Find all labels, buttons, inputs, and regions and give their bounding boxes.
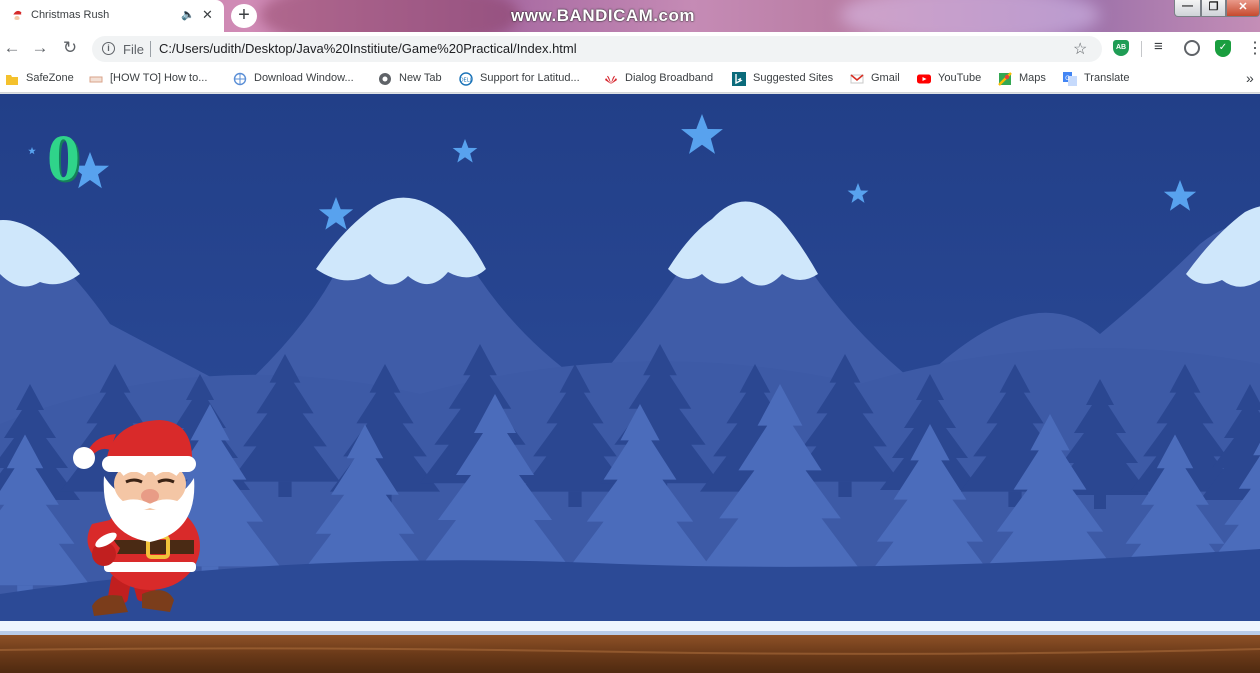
reload-button[interactable]: ↻ (59, 38, 81, 60)
site-info-icon[interactable]: i (102, 42, 115, 55)
security-shield-icon[interactable]: ✓ (1215, 40, 1231, 57)
window-close-button[interactable]: ✕ (1226, 0, 1260, 17)
site-favicon (89, 76, 103, 83)
profile-avatar-icon[interactable] (1184, 40, 1200, 56)
new-tab-button[interactable]: + (231, 4, 257, 28)
wallpaper-blur (840, 0, 1100, 32)
youtube-icon (917, 74, 931, 84)
bookmarks-bar: SafeZone [HOW TO] How to... Download Win… (0, 65, 1260, 93)
huawei-icon (605, 75, 617, 84)
window-minimize-button[interactable]: — (1174, 0, 1201, 17)
maps-icon (998, 72, 1012, 86)
browser-toolbar: ← → ↻ i File C:/Users/udith/Desktop/Java… (0, 32, 1260, 65)
adblock-extension-icon[interactable]: AB (1113, 40, 1129, 56)
omnibox-divider (150, 41, 151, 57)
tab-title: Christmas Rush (31, 9, 110, 21)
dell-icon: DELL (459, 72, 473, 86)
chrome-newtab-icon (379, 73, 391, 85)
game-canvas[interactable]: 0 (0, 94, 1260, 673)
bookmark-star-icon[interactable]: ☆ (1073, 39, 1087, 59)
tab-close-icon[interactable]: ✕ (202, 7, 213, 23)
browser-menu-icon[interactable]: ⋮ (1247, 38, 1260, 58)
game-scene (0, 94, 1260, 673)
media-controls-icon[interactable]: ≡ (1154, 38, 1163, 55)
url-text[interactable]: C:/Users/udith/Desktop/Java%20Institiute… (159, 41, 577, 56)
santa-favicon-icon (12, 10, 24, 22)
toolbar-divider (1141, 41, 1142, 57)
scheme-label: File (123, 42, 144, 57)
folder-icon (6, 75, 18, 85)
window-maximize-button[interactable]: ❐ (1201, 0, 1226, 17)
forward-button[interactable]: → (29, 38, 51, 60)
svg-text:DELL: DELL (460, 78, 473, 84)
score-counter: 0 (47, 122, 80, 195)
globe-icon (233, 72, 247, 86)
dirt-ground (0, 635, 1260, 673)
snow-shadow (0, 631, 1260, 635)
wallpaper-blur (260, 0, 520, 32)
recorder-watermark: www.BANDICAM.com (511, 6, 695, 25)
tab-strip: Christmas Rush 🔈 ✕ + www.BANDICAM.com — … (0, 0, 1260, 32)
gmail-icon (850, 74, 864, 84)
bing-icon (732, 72, 746, 86)
back-button[interactable]: ← (1, 38, 23, 60)
svg-text:G: G (1065, 75, 1070, 82)
bookmarks-overflow-icon[interactable]: » (1246, 70, 1254, 86)
audio-playing-icon[interactable]: 🔈 (181, 8, 195, 21)
address-bar[interactable]: i File C:/Users/udith/Desktop/Java%20Ins… (92, 36, 1102, 62)
tab-christmas-rush[interactable]: Christmas Rush 🔈 ✕ (0, 0, 224, 32)
translate-icon: G (1063, 72, 1077, 86)
